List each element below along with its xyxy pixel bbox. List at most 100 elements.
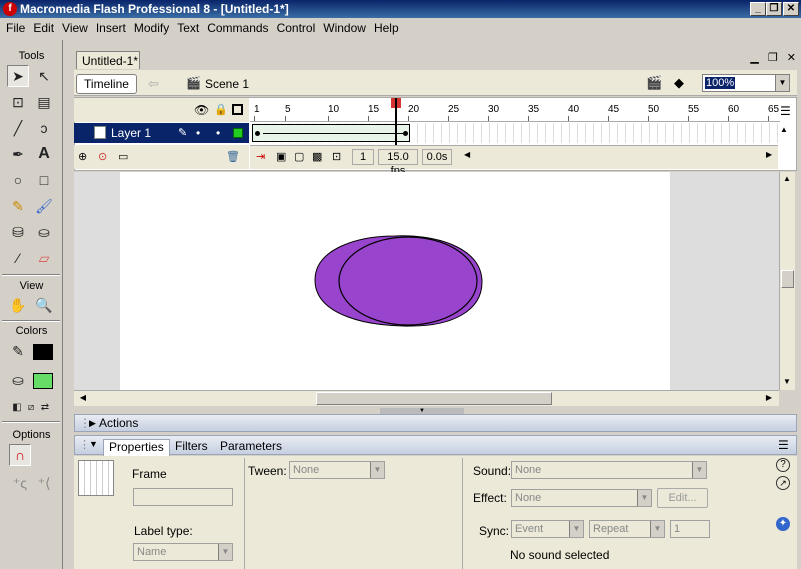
layer-outline-color[interactable] <box>233 128 243 138</box>
document-tab[interactable]: Untitled-1* <box>76 51 140 69</box>
tab-properties[interactable]: Properties <box>103 439 170 456</box>
oval-tool-icon[interactable]: ○ <box>7 169 29 191</box>
lock-icon[interactable]: 🔒 <box>214 103 228 116</box>
edit-symbols-icon[interactable]: ◆ <box>674 75 684 91</box>
zoom-dropdown-arrow-icon[interactable]: ▼ <box>775 75 789 91</box>
effect-dropdown-icon[interactable]: ▼ <box>637 490 651 506</box>
repeat-dropdown-icon[interactable]: ▼ <box>650 521 664 537</box>
restore-button[interactable]: ❐ <box>766 2 782 16</box>
layer-visible-dot[interactable]: • <box>196 123 200 143</box>
straighten-icon[interactable]: ⁺⟨ <box>33 472 55 494</box>
hscroll-thumb[interactable] <box>316 392 552 405</box>
line-tool-icon[interactable]: ╱ <box>7 117 29 139</box>
doc-minimize-icon[interactable]: ▁ <box>750 52 758 64</box>
timeline-scroll-left-icon[interactable]: ◀ <box>464 150 470 159</box>
delete-layer-icon[interactable]: 🗑 <box>226 150 240 163</box>
swap-colors-icon[interactable]: ⇄ <box>34 396 56 418</box>
menu-help[interactable]: Help <box>370 21 403 35</box>
lasso-tool-icon[interactable]: ↄ <box>33 117 55 139</box>
sound-dropdown-icon[interactable]: ▼ <box>692 462 706 478</box>
zoom-tool-icon[interactable]: 🔍 <box>33 294 55 316</box>
playhead-line[interactable] <box>395 98 397 146</box>
vscroll-thumb[interactable] <box>781 270 794 288</box>
eyedropper-tool-icon[interactable]: ⁄ <box>7 247 29 269</box>
hscroll-left-icon[interactable]: ◀ <box>76 391 90 405</box>
frame-name-input[interactable] <box>133 488 233 506</box>
menu-insert[interactable]: Insert <box>92 21 130 35</box>
menu-text[interactable]: Text <box>173 21 203 35</box>
add-motion-guide-icon[interactable]: ⊙ <box>98 150 107 163</box>
menu-control[interactable]: Control <box>273 21 320 35</box>
sound-select[interactable]: None ▼ <box>511 461 707 479</box>
accessibility-icon[interactable]: ✦ <box>776 517 790 531</box>
close-button[interactable]: ✕ <box>783 2 799 16</box>
onion-skin-icon[interactable]: ▣ <box>276 150 286 163</box>
properties-menu-icon[interactable]: ☰ <box>778 438 789 452</box>
rectangle-tool-icon[interactable]: □ <box>33 169 55 191</box>
tab-filters[interactable]: Filters <box>170 439 213 456</box>
insert-layer-icon[interactable]: ⊕ <box>78 150 87 163</box>
stage-vertical-scrollbar[interactable]: ▲ ▼ <box>779 172 795 390</box>
free-transform-tool-icon[interactable]: ⊡ <box>7 91 29 113</box>
edit-multiple-frames-icon[interactable]: ▩ <box>312 150 322 163</box>
actions-expand-icon[interactable]: ▶ <box>89 415 96 431</box>
outline-icon[interactable] <box>232 104 243 115</box>
edit-sound-button[interactable]: Edit... <box>657 488 708 508</box>
hscroll-right-icon[interactable]: ▶ <box>762 391 776 405</box>
minimize-button[interactable]: _ <box>750 2 766 16</box>
back-arrow-icon[interactable]: ⇦ <box>148 76 159 92</box>
snap-to-objects-icon[interactable]: ∩ <box>9 444 31 466</box>
brush-tool-icon[interactable]: 🖌 <box>33 195 55 217</box>
onion-outlines-icon[interactable]: ▢ <box>294 150 304 163</box>
properties-collapse-icon[interactable]: ▼ <box>89 439 98 449</box>
center-frame-icon[interactable]: ⇥ <box>256 150 265 163</box>
zoom-select[interactable]: 100% ▼ <box>702 74 790 92</box>
timeline-scroll-up-icon[interactable]: ▲ <box>780 125 788 134</box>
show-hide-eye-icon[interactable]: 👁 <box>194 103 209 117</box>
layer-lock-dot[interactable]: • <box>216 123 220 143</box>
timeline-menu-icon[interactable]: ☰ <box>780 104 791 118</box>
edit-scene-icon[interactable]: 🎬 <box>646 75 662 91</box>
subselection-tool-icon[interactable]: ↖ <box>33 65 55 87</box>
stage-horizontal-scrollbar[interactable]: ◀ ▶ <box>74 390 779 406</box>
pen-tool-icon[interactable]: ✒ <box>7 143 29 165</box>
effect-select[interactable]: None ▼ <box>511 489 652 507</box>
doc-restore-icon[interactable]: ❐ <box>768 52 778 64</box>
sync-dropdown-icon[interactable]: ▼ <box>569 521 583 537</box>
scene-label[interactable]: Scene 1 <box>205 77 249 91</box>
eraser-tool-icon[interactable]: ▱ <box>33 247 55 269</box>
sync-select[interactable]: Event ▼ <box>511 520 584 538</box>
timeline-toggle-button[interactable]: Timeline <box>76 74 137 94</box>
text-tool-icon[interactable]: A <box>33 143 55 165</box>
fill-color-swatch[interactable] <box>33 373 53 389</box>
insert-folder-icon[interactable]: ▭ <box>118 150 128 163</box>
ink-bottle-tool-icon[interactable]: ⛁ <box>7 221 29 243</box>
vscroll-up-icon[interactable]: ▲ <box>780 172 794 186</box>
layer-name[interactable]: Layer 1 <box>111 123 151 143</box>
frame-ruler[interactable]: 1 5 10 15 20 25 30 35 40 45 50 55 60 65 <box>250 98 780 122</box>
layer-row[interactable]: Layer 1 ✎ • • <box>74 123 249 143</box>
tween-dropdown-icon[interactable]: ▼ <box>370 462 384 478</box>
tween-select[interactable]: None ▼ <box>289 461 385 479</box>
label-type-select[interactable]: Name ▼ <box>133 543 233 561</box>
timeline-scroll-right-icon[interactable]: ▶ <box>766 150 772 159</box>
hand-tool-icon[interactable]: ✋ <box>7 294 29 316</box>
pencil-tool-icon[interactable]: ✎ <box>7 195 29 217</box>
expand-properties-icon[interactable]: ↗ <box>776 476 790 490</box>
repeat-select[interactable]: Repeat ▼ <box>589 520 665 538</box>
actions-panel-bar[interactable]: ⋮ ▶ Actions <box>74 414 797 432</box>
menu-edit[interactable]: Edit <box>29 21 58 35</box>
menu-commands[interactable]: Commands <box>203 21 272 35</box>
repeat-count-input[interactable]: 1 <box>670 520 710 538</box>
menu-window[interactable]: Window <box>319 21 370 35</box>
selection-tool-icon[interactable]: ➤ <box>7 65 29 87</box>
doc-close-icon[interactable]: ✕ <box>787 52 796 64</box>
menu-file[interactable]: File <box>2 21 29 35</box>
frame-rate[interactable]: 15.0 fps <box>378 149 418 177</box>
keyframe-span[interactable] <box>252 124 410 142</box>
paint-bucket-tool-icon[interactable]: ⛀ <box>33 221 55 243</box>
fill-transform-tool-icon[interactable]: ▤ <box>33 91 55 113</box>
stroke-color-swatch[interactable] <box>33 344 53 360</box>
vscroll-down-icon[interactable]: ▼ <box>780 375 794 389</box>
menu-modify[interactable]: Modify <box>130 21 173 35</box>
